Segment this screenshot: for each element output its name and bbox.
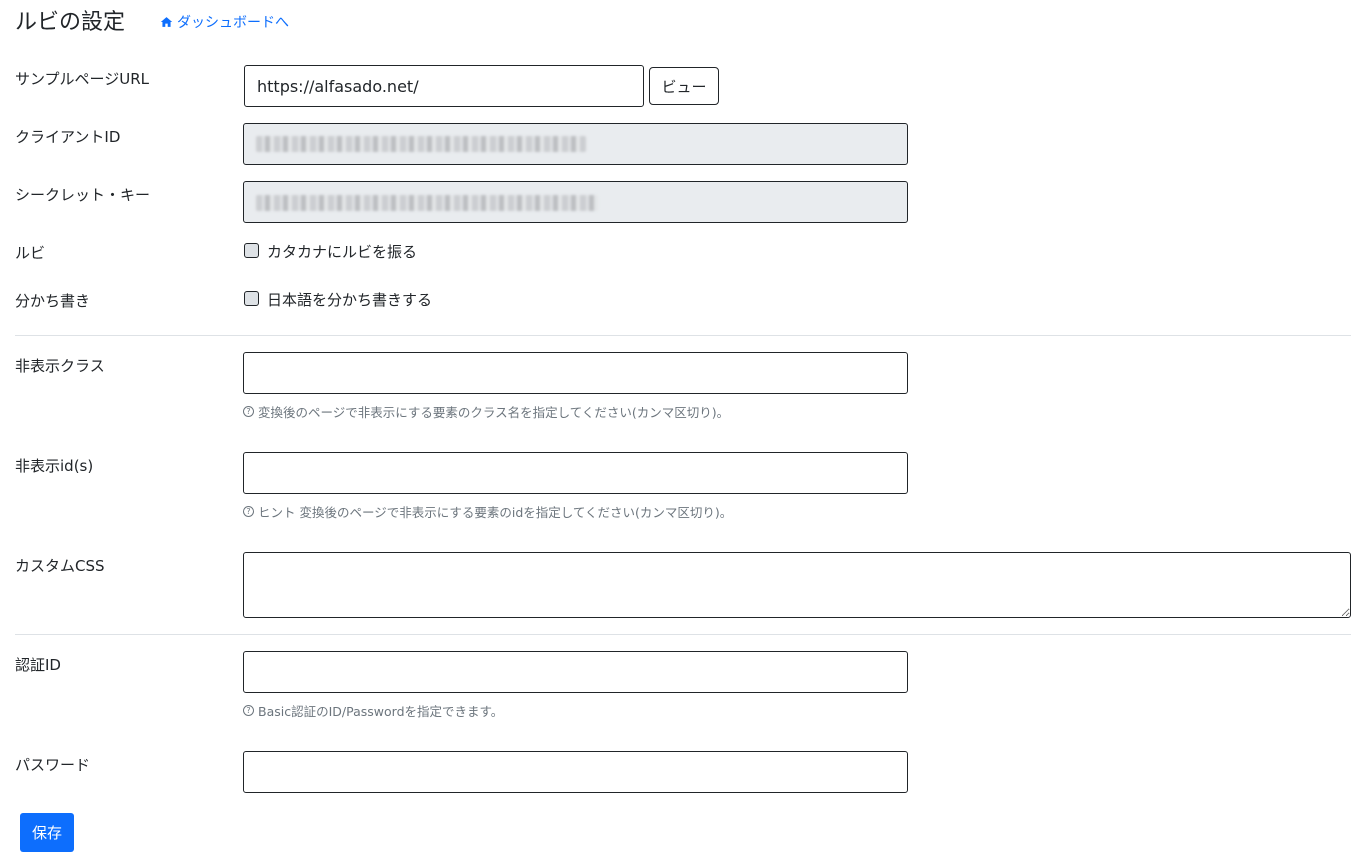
auth-id-input[interactable]: [243, 651, 908, 693]
ruby-checkbox[interactable]: [244, 243, 259, 258]
hidden-class-input[interactable]: [243, 352, 908, 394]
home-icon: [160, 17, 173, 27]
custom-css-label: カスタムCSS: [15, 557, 105, 575]
secret-key-field[interactable]: [243, 181, 908, 223]
save-button[interactable]: 保存: [20, 813, 74, 852]
hidden-class-label: 非表示クラス: [15, 357, 105, 375]
question-icon: ?: [243, 406, 254, 417]
ruby-label: ルビ: [15, 244, 46, 262]
password-label: パスワード: [15, 756, 91, 774]
client-id-field[interactable]: [243, 123, 908, 165]
divider: [15, 335, 1351, 336]
sample-url-label: サンプルページURL: [15, 70, 150, 88]
hidden-ids-input[interactable]: [243, 452, 908, 494]
question-icon: ?: [243, 705, 254, 716]
wakachi-checkbox[interactable]: [244, 291, 259, 306]
wakachi-checkbox-label[interactable]: 日本語を分かち書きする: [267, 289, 432, 310]
hidden-ids-label: 非表示id(s): [15, 457, 94, 475]
hint-text: 変換後のページで非表示にする要素のクラス名を指定してください(カンマ区切り)。: [258, 405, 730, 420]
redacted-value: [256, 136, 586, 152]
hint-text: ヒント 変換後のページで非表示にする要素のidを指定してください(カンマ区切り)…: [258, 505, 733, 520]
wakachi-label: 分かち書き: [15, 292, 91, 310]
sample-url-input[interactable]: [244, 65, 644, 107]
password-input[interactable]: [243, 751, 908, 793]
secret-key-label: シークレット・キー: [15, 186, 151, 204]
redacted-value: [256, 195, 598, 211]
hidden-class-hint: ? 変換後のページで非表示にする要素のクラス名を指定してください(カンマ区切り)…: [243, 402, 729, 421]
dashboard-link[interactable]: ダッシュボードへ: [160, 12, 289, 32]
hint-text: Basic認証のID/Passwordを指定できます。: [258, 704, 504, 719]
divider: [15, 634, 1351, 635]
hidden-ids-hint: ? ヒント 変換後のページで非表示にする要素のidを指定してください(カンマ区切…: [243, 502, 732, 521]
ruby-checkbox-label[interactable]: カタカナにルビを振る: [267, 241, 417, 262]
custom-css-textarea[interactable]: [243, 552, 1351, 618]
client-id-label: クライアントID: [15, 128, 121, 146]
dashboard-link-label: ダッシュボードへ: [177, 15, 289, 31]
auth-id-hint: ? Basic認証のID/Passwordを指定できます。: [243, 701, 503, 720]
view-button[interactable]: ビュー: [649, 67, 719, 105]
question-icon: ?: [243, 506, 254, 517]
auth-id-label: 認証ID: [15, 656, 61, 674]
page-title: ルビの設定: [15, 10, 126, 35]
